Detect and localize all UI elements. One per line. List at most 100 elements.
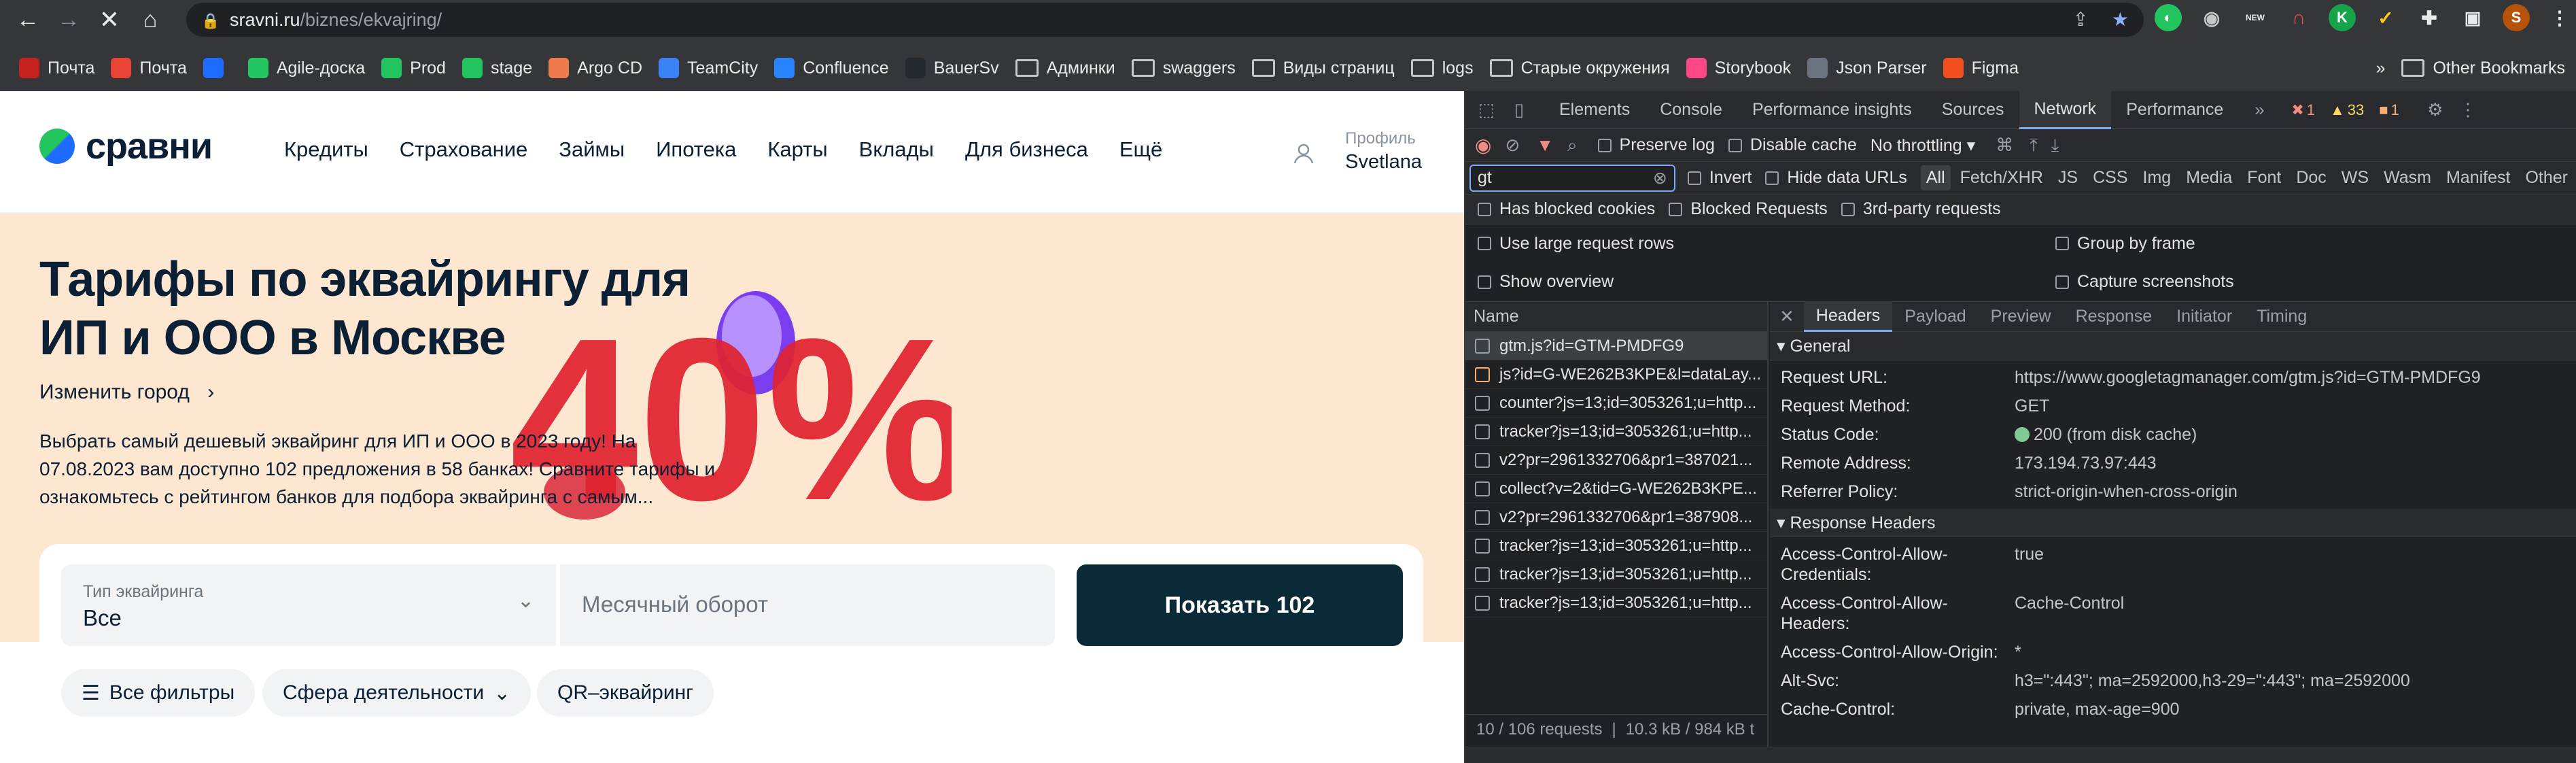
disable-cache-checkbox[interactable]: Disable cache (1728, 135, 1857, 155)
invert-checkbox[interactable]: Invert (1687, 168, 1752, 188)
close-details-icon[interactable]: ✕ (1770, 306, 1804, 327)
request-row[interactable]: tracker?js=13;id=3053261;u=http... (1465, 560, 1767, 589)
all-filters-chip[interactable]: ☰ Все фильтры (61, 669, 256, 717)
devtools-tab[interactable]: Performance insights (1737, 91, 1927, 129)
bookmark-item[interactable]: Storybook (1681, 52, 1803, 84)
checkmark-extension-icon[interactable]: ✓ (2372, 4, 2399, 31)
settings-gear-icon[interactable]: ⚙ (2424, 99, 2447, 122)
capture-screenshots-checkbox[interactable]: Capture screenshots (2055, 272, 2234, 292)
blocked-requests-checkbox[interactable]: Blocked Requests (1669, 199, 1828, 219)
detail-tab[interactable]: Timing (2244, 302, 2319, 332)
stop-loading-button[interactable]: ✕ (92, 3, 126, 37)
acquiring-type-select[interactable]: Тип эквайринга Все ⌄ (61, 564, 556, 646)
menu-icon[interactable]: ⋮ (2546, 4, 2573, 31)
profile[interactable]: Профиль Svetlana (1345, 129, 1422, 173)
puzzle-icon[interactable]: ✚ (2416, 4, 2443, 31)
hide-data-urls-checkbox[interactable]: Hide data URLs (1765, 168, 1907, 188)
nav-item[interactable]: Карты (767, 137, 827, 162)
new-extension-icon[interactable]: NEW (2242, 4, 2269, 31)
bookmark-item[interactable]: Админки (1010, 52, 1126, 84)
detail-tab[interactable]: Response (2064, 302, 2165, 332)
detail-tab[interactable]: Initiator (2164, 302, 2244, 332)
bookmark-item[interactable]: Виды страниц (1247, 52, 1406, 84)
address-bar[interactable]: 🔒 sravni.ru/biznes/ekvajring/ ⇪ ★ (186, 3, 2144, 37)
request-row[interactable]: v2?pr=2961332706&pr1=387021... (1465, 446, 1767, 475)
bookmark-item[interactable]: Prod (376, 52, 457, 84)
device-toolbar-icon[interactable]: ▯ (1508, 99, 1531, 122)
avatar[interactable]: S (2503, 4, 2530, 31)
nav-item[interactable]: Займы (559, 137, 625, 162)
detail-tab[interactable]: Preview (1979, 302, 2064, 332)
request-row[interactable]: counter?js=13;id=3053261;u=http... (1465, 389, 1767, 418)
detail-tab[interactable]: Payload (1892, 302, 1978, 332)
throttling-select[interactable]: No throttling ▾ (1870, 135, 1975, 156)
name-column-header[interactable]: Name (1465, 302, 1767, 332)
search-icon[interactable]: ⌕ (1567, 135, 1578, 156)
share-icon[interactable]: ⇪ (2072, 8, 2088, 31)
has-blocked-cookies-checkbox[interactable]: Has blocked cookies (1478, 199, 1655, 219)
extension-icon[interactable]: ◐ (2155, 4, 2182, 31)
large-rows-checkbox[interactable]: Use large request rows (1478, 234, 2042, 254)
nav-item[interactable]: Для бизнеса (965, 137, 1088, 162)
request-row[interactable]: collect?v=2&tid=G-WE262B3KPE... (1465, 475, 1767, 503)
sidebar-icon[interactable]: ▣ (2459, 4, 2486, 31)
group-by-frame-checkbox[interactable]: Group by frame (2055, 234, 2195, 254)
type-filter-button[interactable]: Media (2180, 165, 2238, 190)
record-icon[interactable]: ◉ (1475, 134, 1491, 156)
bookmark-item[interactable]: TeamCity (653, 52, 769, 84)
more-options-icon[interactable]: ⋮ (2456, 99, 2479, 122)
site-logo[interactable]: сравни (39, 125, 213, 167)
request-row[interactable]: gtm.js?id=GTM-PMDFG9 (1465, 332, 1767, 360)
other-bookmarks-folder[interactable]: Other Bookmarks (2396, 52, 2576, 84)
request-row[interactable]: js?id=G-WE262B3KPE&l=dataLay... (1465, 360, 1767, 389)
home-icon[interactable]: ⌂ (133, 3, 167, 37)
show-overview-checkbox[interactable]: Show overview (1478, 272, 2042, 292)
detail-tab[interactable]: Headers (1803, 302, 1893, 332)
forward-button[interactable]: → (52, 3, 86, 37)
export-har-icon[interactable]: ⤓ (2051, 135, 2059, 156)
type-filter-button[interactable]: JS (2053, 165, 2083, 190)
network-conditions-icon[interactable]: ⌘ (1996, 135, 2013, 156)
request-row[interactable]: tracker?js=13;id=3053261;u=http... (1465, 532, 1767, 560)
request-row[interactable]: v2?pr=2961332706&pr1=387908... (1465, 503, 1767, 532)
k-extension-icon[interactable]: K (2329, 4, 2356, 31)
clear-filter-icon[interactable]: ⊗ (1653, 168, 1667, 188)
third-party-checkbox[interactable]: 3rd-party requests (1841, 199, 2001, 219)
filter-icon[interactable]: ▼ (1536, 135, 1554, 156)
camera-extension-icon[interactable]: ◉ (2198, 4, 2225, 31)
devtools-tab[interactable]: Sources (1927, 91, 2019, 129)
bookmark-item[interactable]: logs (1406, 52, 1484, 84)
type-filter-button[interactable]: Fetch/XHR (1955, 165, 2049, 190)
request-row[interactable]: tracker?js=13;id=3053261;u=http... (1465, 418, 1767, 446)
general-section-header[interactable]: ▾ General (1770, 332, 2576, 360)
preserve-log-checkbox[interactable]: Preserve log (1597, 135, 1715, 155)
clear-icon[interactable]: ⊘ (1505, 135, 1520, 156)
bookmark-item[interactable]: Argo CD (543, 52, 653, 84)
type-filter-button[interactable]: Font (2242, 165, 2286, 190)
devtools-tab[interactable]: Network (2019, 90, 2112, 129)
devtools-tab[interactable]: Performance (2111, 91, 2238, 129)
bookmark-item[interactable]: swaggers (1126, 52, 1247, 84)
bookmark-item[interactable]: Старые окружения (1484, 52, 1681, 84)
bookmark-item[interactable]: Confluence (769, 52, 899, 84)
type-filter-button[interactable]: WS (2336, 165, 2374, 190)
devtools-tab[interactable]: Elements (1544, 91, 1645, 129)
issue-badges[interactable]: ✖ 1 ▲ 33 ■ 1 (2287, 99, 2410, 121)
more-tabs-icon[interactable]: » (2248, 99, 2271, 122)
monthly-turnover-input[interactable]: Месячный оборот (560, 564, 1055, 646)
bookmark-item[interactable]: stage (457, 52, 543, 84)
inspect-element-icon[interactable]: ⬚ (1475, 99, 1498, 122)
type-filter-button[interactable]: All (1920, 165, 1951, 190)
bookmark-item[interactable]: Почта (14, 52, 105, 84)
user-icon[interactable] (1290, 140, 1317, 167)
back-button[interactable]: ← (11, 3, 45, 37)
type-filter-button[interactable]: Manifest (2441, 165, 2516, 190)
filter-input[interactable]: gt ⊗ (1469, 164, 1675, 192)
nav-item[interactable]: Ещё (1119, 137, 1162, 162)
nav-item[interactable]: Ипотека (656, 137, 736, 162)
devtools-tab[interactable]: Console (1645, 91, 1737, 129)
bookmark-item[interactable]: Json Parser (1802, 52, 1937, 84)
nav-item[interactable]: Кредиты (284, 137, 368, 162)
more-bookmarks-button[interactable]: » (2371, 52, 2397, 84)
type-filter-button[interactable]: Img (2138, 165, 2177, 190)
